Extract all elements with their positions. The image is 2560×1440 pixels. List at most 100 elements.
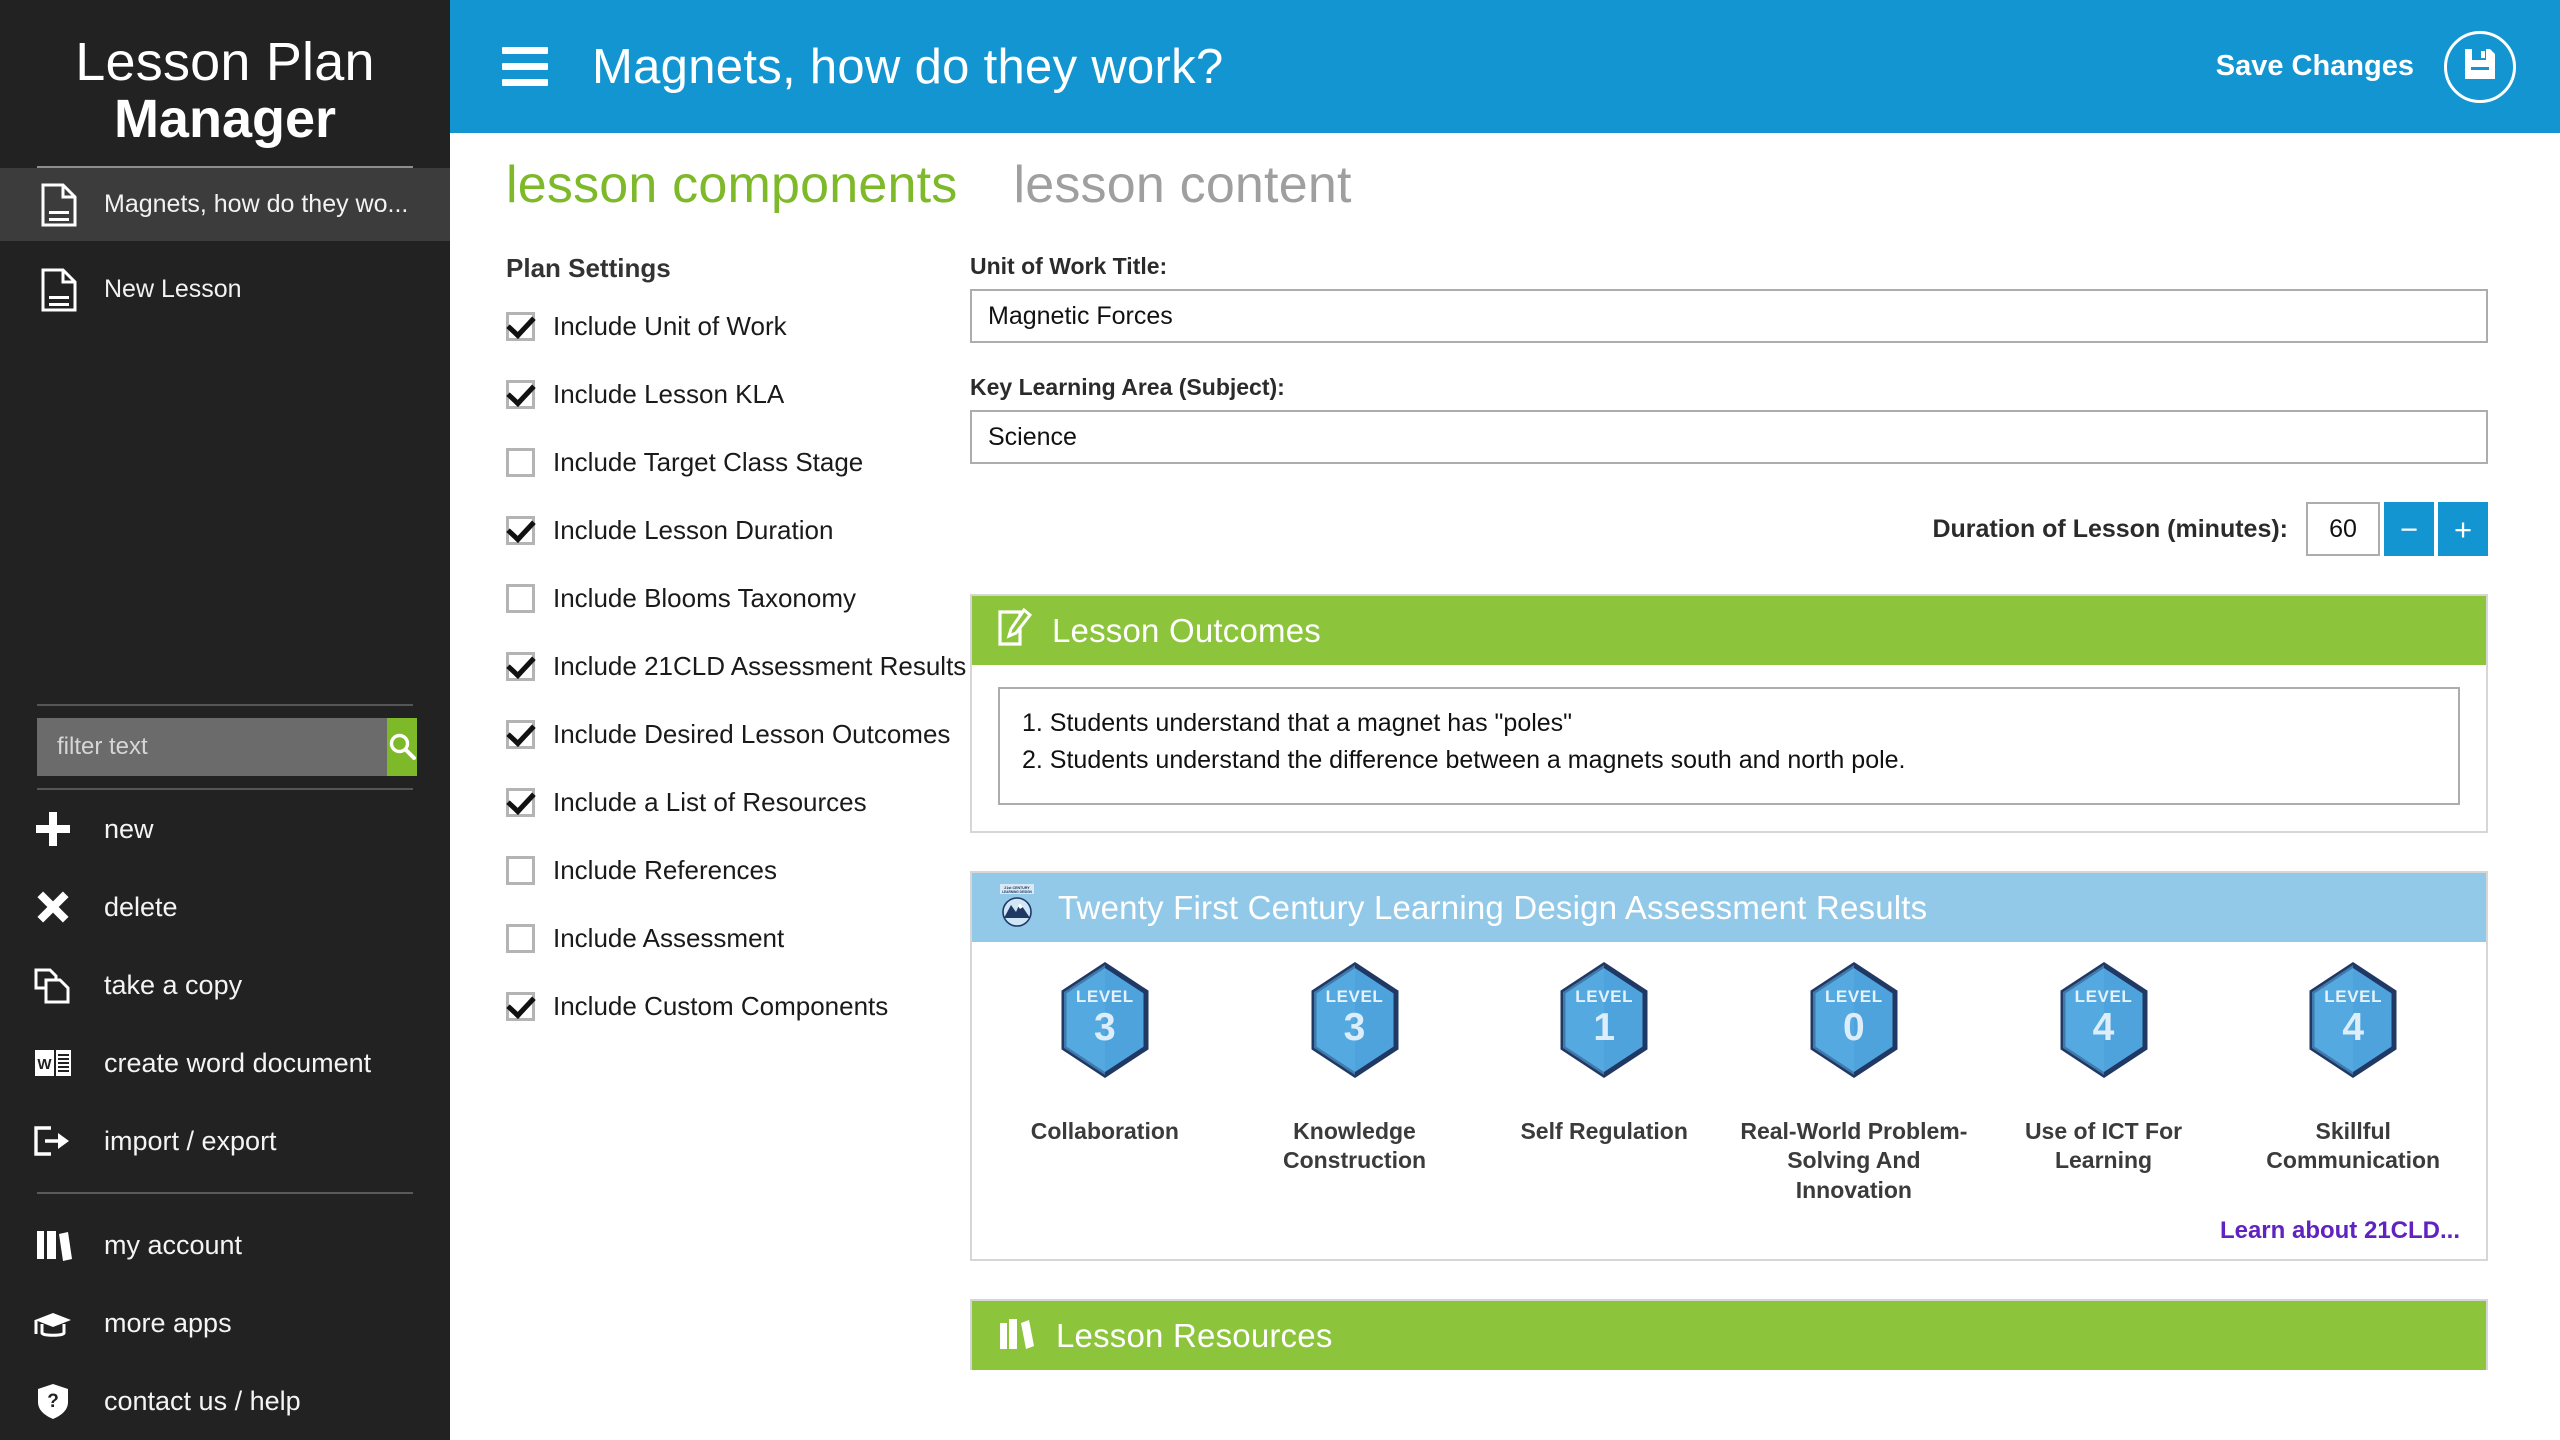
svg-text:W: W xyxy=(37,1056,52,1073)
top-bar: Magnets, how do they work? Save Changes xyxy=(450,0,2560,133)
checkbox-checked-icon[interactable] xyxy=(506,992,535,1021)
cld-dimension-collaboration[interactable]: LEVEL 3 Collaboration xyxy=(980,962,1230,1205)
duration-increase-button[interactable]: + xyxy=(2438,502,2488,556)
checkbox-unchecked-icon[interactable] xyxy=(506,584,535,613)
tab-bar: lesson components lesson content xyxy=(450,133,2560,215)
hexagon-level-badge: LEVEL 3 xyxy=(1311,962,1399,1078)
hex-level-word: LEVEL xyxy=(1824,987,1883,1006)
lesson-resources-header: Lesson Resources xyxy=(972,1301,2486,1371)
hex-level-value: 0 xyxy=(1842,1006,1865,1049)
duration-input[interactable] xyxy=(2306,502,2380,556)
tab-lesson-components[interactable]: lesson components xyxy=(506,155,957,215)
copy-icon xyxy=(30,962,76,1008)
cld-dimension-use-of-ict[interactable]: LEVEL 4 Use of ICT For Learning xyxy=(1979,962,2229,1205)
document-list: Magnets, how do they wo... New Lesson xyxy=(0,168,450,326)
checkbox-checked-icon[interactable] xyxy=(506,380,535,409)
tab-lesson-content[interactable]: lesson content xyxy=(1013,155,1351,215)
checkbox-label: Include Blooms Taxonomy xyxy=(553,583,857,613)
key-learning-area-input[interactable] xyxy=(970,410,2488,464)
pencil-note-icon xyxy=(994,606,1034,655)
hex-level-word: LEVEL xyxy=(2074,987,2133,1006)
unit-of-work-input[interactable] xyxy=(970,289,2488,343)
checkbox-row-list-of-resources[interactable]: Include a List of Resources xyxy=(506,782,970,823)
sidebar-item-new-lesson[interactable]: New Lesson xyxy=(0,253,450,326)
plan-settings-title: Plan Settings xyxy=(506,253,671,283)
duration-decrease-button[interactable]: − xyxy=(2384,502,2434,556)
checkbox-checked-icon[interactable] xyxy=(506,720,535,749)
menu-item-my-account[interactable]: my account xyxy=(0,1206,450,1284)
checkbox-checked-icon[interactable] xyxy=(506,788,535,817)
checkbox-row-unit-of-work[interactable]: Include Unit of Work xyxy=(506,306,970,347)
checkbox-unchecked-icon[interactable] xyxy=(506,924,535,953)
checkbox-label: Include 21CLD Assessment Results xyxy=(553,651,967,681)
checkbox-row-references[interactable]: Include References xyxy=(506,850,970,891)
checkbox-row-desired-lesson-outcomes[interactable]: Include Desired Lesson Outcomes xyxy=(506,714,970,755)
hamburger-icon[interactable] xyxy=(502,47,548,86)
graduation-cap-icon xyxy=(30,1300,76,1346)
hamburger-bar xyxy=(502,47,548,54)
lesson-outcomes-panel: Lesson Outcomes 1. Students understand t… xyxy=(970,594,2488,833)
menu-item-label: import / export xyxy=(104,1125,277,1156)
resources-icon xyxy=(994,1311,1038,1360)
21cld-mountain-logo-icon: 21st CENTURY LEARNING DESIGN xyxy=(994,882,1040,933)
cld-dimension-skillful-communication[interactable]: LEVEL 4 Skillful Communication xyxy=(2228,962,2478,1205)
sidebar-item-magnets-lesson[interactable]: Magnets, how do they wo... xyxy=(0,168,450,242)
checkbox-unchecked-icon[interactable] xyxy=(506,448,535,477)
filter-input[interactable] xyxy=(37,718,387,776)
checkbox-unchecked-icon[interactable] xyxy=(506,856,535,885)
floppy-disk-save-icon xyxy=(2460,44,2500,89)
cld-dimension-knowledge-construction[interactable]: LEVEL 3 Knowledge Construction xyxy=(1230,962,1480,1205)
checkbox-row-lesson-kla[interactable]: Include Lesson KLA xyxy=(506,374,970,415)
lesson-outcomes-textarea[interactable]: 1. Students understand that a magnet has… xyxy=(998,687,2460,805)
export-arrow-icon xyxy=(30,1118,76,1164)
cld-dimension-self-regulation[interactable]: LEVEL 1 Self Regulation xyxy=(1479,962,1729,1205)
lesson-resources-panel: Lesson Resources xyxy=(970,1299,2488,1371)
hexagon-level-badge: LEVEL 4 xyxy=(2309,962,2397,1078)
checkbox-checked-icon[interactable] xyxy=(506,652,535,681)
checkbox-row-custom-components[interactable]: Include Custom Components xyxy=(506,986,970,1027)
hexagon-level-badge: LEVEL 3 xyxy=(1061,962,1149,1078)
app-root: Lesson Plan Manager Magnets, how do they… xyxy=(0,0,2560,1440)
checkbox-label: Include Custom Components xyxy=(553,991,889,1021)
menu-item-delete[interactable]: delete xyxy=(0,868,450,946)
menu-item-import-export[interactable]: import / export xyxy=(0,1102,450,1180)
checkbox-checked-icon[interactable] xyxy=(506,312,535,341)
checkbox-checked-icon[interactable] xyxy=(506,516,535,545)
save-changes-label[interactable]: Save Changes xyxy=(2216,50,2414,83)
hex-level-word: LEVEL xyxy=(1075,987,1134,1006)
cld-dimension-label: Real-World Problem-Solving And Innovatio… xyxy=(1740,1118,1968,1203)
checkbox-label: Include Target Class Stage xyxy=(553,447,864,477)
cld-dimension-label: Knowledge Construction xyxy=(1282,1118,1427,1174)
cld-dimension-label: Skillful Communication xyxy=(2266,1118,2441,1174)
checkbox-row-21cld-assessment-results[interactable]: Include 21CLD Assessment Results xyxy=(506,646,970,687)
checkbox-row-target-class-stage[interactable]: Include Target Class Stage xyxy=(506,442,970,483)
duration-label: Duration of Lesson (minutes): xyxy=(1932,514,2288,543)
cld-dimension-label: Use of ICT For Learning xyxy=(2024,1118,2183,1174)
learn-about-21cld-link[interactable]: Learn about 21CLD... xyxy=(972,1211,2486,1259)
menu-item-contact-help[interactable]: ? contact us / help xyxy=(0,1362,450,1440)
top-bar-actions: Save Changes xyxy=(2216,30,2516,103)
checkbox-row-lesson-duration[interactable]: Include Lesson Duration xyxy=(506,510,970,551)
checkbox-label: Include Lesson KLA xyxy=(553,379,785,409)
hexagon-level-badge: LEVEL 1 xyxy=(1560,962,1648,1078)
books-icon xyxy=(30,1222,76,1268)
hex-level-value: 1 xyxy=(1593,1006,1616,1049)
lesson-outcomes-body: 1. Students understand that a magnet has… xyxy=(972,665,2486,831)
menu-item-label: take a copy xyxy=(104,969,243,1000)
checkbox-row-assessment[interactable]: Include Assessment xyxy=(506,918,970,959)
main-content: Magnets, how do they work? Save Changes xyxy=(450,0,2560,1440)
svg-text:?: ? xyxy=(47,1391,59,1412)
cld-dimension-real-world-problem-solving[interactable]: LEVEL 0 Real-World Problem-Solving And I… xyxy=(1729,962,1979,1205)
checkbox-row-blooms-taxonomy[interactable]: Include Blooms Taxonomy xyxy=(506,578,970,619)
hexagon-level-badge: LEVEL 0 xyxy=(1810,962,1898,1078)
menu-item-more-apps[interactable]: more apps xyxy=(0,1284,450,1362)
menu-item-take-a-copy[interactable]: take a copy xyxy=(0,946,450,1024)
menu-divider xyxy=(37,1192,413,1194)
hex-level-value: 4 xyxy=(2092,1006,2115,1049)
panel-title: Lesson Outcomes xyxy=(1052,611,1321,649)
filter-search-button[interactable] xyxy=(387,718,417,776)
save-changes-button[interactable] xyxy=(2444,30,2516,103)
menu-item-create-word-document[interactable]: W create word document xyxy=(0,1024,450,1102)
hexagon-level-badge: LEVEL 4 xyxy=(2060,962,2148,1078)
menu-item-new[interactable]: new xyxy=(0,790,450,868)
